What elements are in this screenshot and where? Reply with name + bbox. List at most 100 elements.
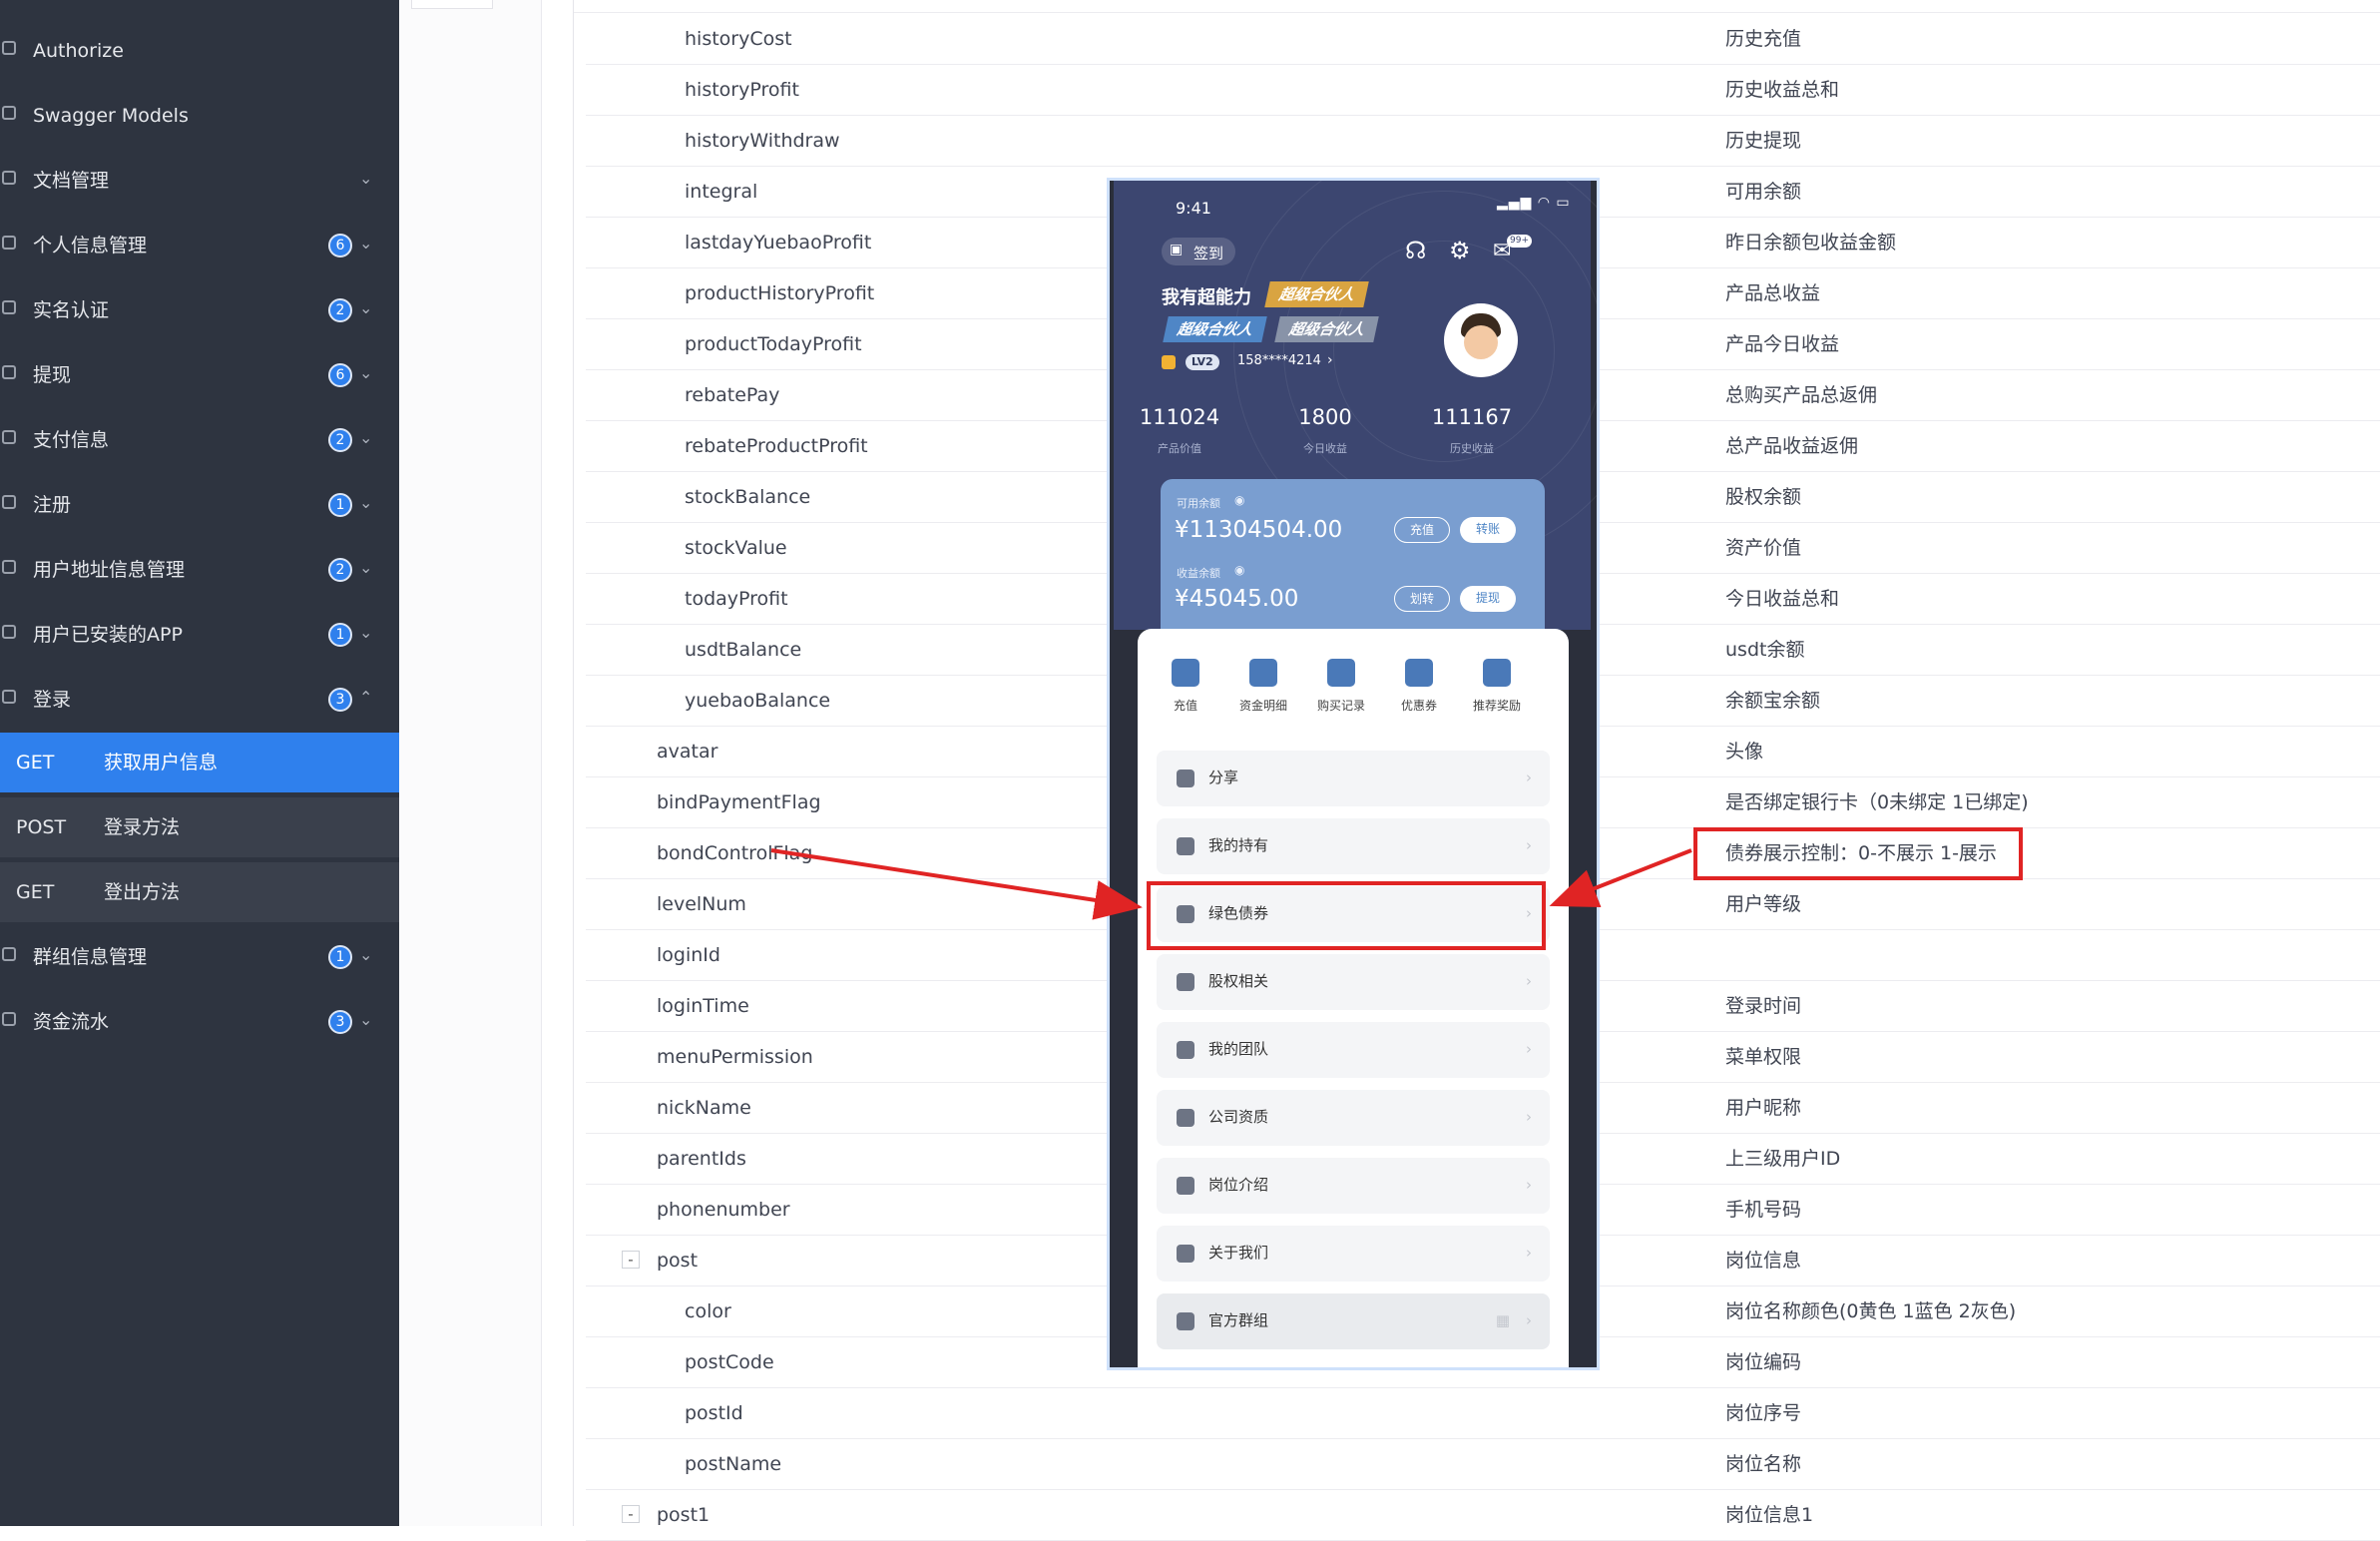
- balance-card: 可用余额 ◉ ¥11304504.00 充值 转账 收益余额 ◉ ¥45045.…: [1161, 479, 1545, 649]
- count-badge: 3: [328, 688, 352, 712]
- quick-coupon[interactable]: 优惠券: [1379, 659, 1459, 714]
- available-balance-value: ¥11304504.00: [1175, 517, 1343, 543]
- nav-fund-flow[interactable]: 资金流水 3 ⌄: [0, 990, 399, 1054]
- badge-icon: [1177, 1109, 1194, 1127]
- vip-icon: [1162, 355, 1176, 369]
- http-method: GET: [16, 752, 55, 773]
- table-row: historyProfit 历史收益总和: [586, 64, 2380, 116]
- nav-label: 注册: [33, 494, 72, 516]
- cloud-icon: [2, 495, 16, 509]
- nav-address-info[interactable]: 用户地址信息管理 2 ⌄: [0, 538, 399, 602]
- table-row: postId 岗位序号: [586, 1387, 2380, 1439]
- field-description: 昨日余额包收益金额: [1725, 232, 1897, 254]
- content-gutter: [399, 0, 542, 1526]
- headset-icon[interactable]: ☊: [1405, 237, 1426, 264]
- field-name: color: [685, 1300, 731, 1322]
- nav-login[interactable]: 登录 3 ⌃: [0, 668, 399, 732]
- nav-realname[interactable]: 实名认证 2 ⌄: [0, 278, 399, 342]
- field-description: 岗位序号: [1725, 1402, 1802, 1424]
- menu-label: 股权相关: [1208, 972, 1269, 990]
- menu-about-us[interactable]: 关于我们 ›: [1157, 1226, 1550, 1282]
- menu-company-credentials[interactable]: 公司资质 ›: [1157, 1090, 1550, 1146]
- sub-logout-method[interactable]: GET 登出方法: [0, 862, 399, 922]
- nav-label: 资金流水: [33, 1011, 110, 1033]
- count-badge: 3: [328, 1010, 352, 1034]
- chevron-down-icon: ⌄: [359, 623, 373, 642]
- nav-group-info[interactable]: 群组信息管理 1 ⌄: [0, 925, 399, 989]
- collapse-toggle[interactable]: -: [622, 1505, 640, 1523]
- sub-get-user-info[interactable]: GET 获取用户信息: [0, 733, 399, 792]
- nav-authorize[interactable]: Authorize: [0, 19, 399, 83]
- table-row: historyWithdraw 历史提现: [586, 115, 2380, 167]
- nav-label: Authorize: [33, 40, 124, 62]
- stat-value: 111024: [1139, 405, 1220, 429]
- nav-installed-apps[interactable]: 用户已安装的APP 1 ⌄: [0, 603, 399, 667]
- eye-icon[interactable]: ◉: [1234, 563, 1244, 577]
- quick-referral[interactable]: 推荐奖励: [1457, 659, 1537, 714]
- chevron-down-icon: ⌄: [359, 298, 373, 317]
- field-name: historyWithdraw: [685, 130, 840, 152]
- menu-equity[interactable]: 股权相关 ›: [1157, 954, 1550, 1010]
- quick-recharge[interactable]: 充值: [1146, 659, 1225, 714]
- clipboard-icon: [1327, 659, 1355, 687]
- chevron-down-icon: ⌄: [359, 558, 373, 577]
- field-name: productHistoryProfit: [685, 282, 875, 304]
- briefcase-icon: [1177, 1177, 1194, 1195]
- nav-payment-info[interactable]: 支付信息 2 ⌄: [0, 408, 399, 472]
- settings-icon[interactable]: ⚙: [1449, 237, 1471, 264]
- sub-login-method[interactable]: POST 登录方法: [0, 797, 399, 857]
- field-description: 历史收益总和: [1725, 79, 1840, 101]
- withdraw-button[interactable]: 提现: [1460, 586, 1516, 612]
- menu-my-team[interactable]: 我的团队 ›: [1157, 1022, 1550, 1078]
- count-badge: 1: [328, 945, 352, 969]
- cloud-icon: [2, 560, 16, 574]
- info-icon: [1177, 1245, 1194, 1263]
- avatar[interactable]: [1444, 303, 1518, 377]
- quick-label: 资金明细: [1238, 699, 1287, 713]
- stat-value: 1800: [1298, 405, 1352, 429]
- group-icon: [1177, 1312, 1194, 1330]
- chevron-right-icon: ›: [1526, 1311, 1532, 1329]
- nav-label: 支付信息: [33, 429, 110, 451]
- table-row: postName 岗位名称: [586, 1438, 2380, 1490]
- count-badge: 6: [328, 234, 352, 257]
- field-description: 今日收益总和: [1725, 588, 1840, 610]
- field-name: productTodayProfit: [685, 333, 862, 355]
- menu-position-intro[interactable]: 岗位介绍 ›: [1157, 1158, 1550, 1214]
- stat-label: 产品价值: [1158, 442, 1201, 455]
- cloud-icon: [2, 690, 16, 704]
- menu-official-group[interactable]: 官方群组 ▦ ›: [1157, 1293, 1550, 1349]
- menu-label: 分享: [1208, 769, 1239, 786]
- menu-label: 我的团队: [1208, 1040, 1269, 1058]
- field-description: 产品总收益: [1725, 282, 1821, 304]
- field-description: 菜单权限: [1725, 1046, 1802, 1068]
- wallet-icon: [1172, 659, 1199, 687]
- nav-withdraw[interactable]: 提现 6 ⌄: [0, 343, 399, 407]
- field-name: post1: [657, 1504, 711, 1526]
- chevron-right-icon: ›: [1526, 1244, 1532, 1262]
- eye-icon[interactable]: ◉: [1234, 493, 1244, 507]
- nav-swagger-models[interactable]: Swagger Models: [0, 84, 399, 148]
- field-description: 总产品收益返佣: [1725, 435, 1859, 457]
- field-description: 产品今日收益: [1725, 333, 1840, 355]
- income-balance-label: 收益余额: [1177, 567, 1220, 580]
- nav-doc-management[interactable]: 文档管理 ⌄: [0, 149, 399, 213]
- quick-fund-detail[interactable]: 资金明细: [1223, 659, 1303, 714]
- recharge-button[interactable]: 充值: [1394, 517, 1450, 543]
- chevron-down-icon: ⌄: [359, 1010, 373, 1029]
- chevron-right-icon: ›: [1526, 1176, 1532, 1194]
- move-button[interactable]: 划转: [1394, 586, 1450, 612]
- signin-button[interactable]: ▣ 签到: [1162, 238, 1235, 265]
- field-description: 总购买产品总返佣: [1725, 384, 1878, 406]
- nav-register[interactable]: 注册 1 ⌄: [0, 473, 399, 537]
- transfer-button[interactable]: 转账: [1460, 517, 1516, 543]
- tab-stub: [411, 0, 493, 9]
- menu-share[interactable]: 分享 ›: [1157, 751, 1550, 806]
- field-name: loginTime: [657, 995, 749, 1017]
- collapse-toggle[interactable]: -: [622, 1251, 640, 1269]
- menu-holdings[interactable]: 我的持有 ›: [1157, 818, 1550, 874]
- quick-purchase-record[interactable]: 购买记录: [1301, 659, 1381, 714]
- field-description: 历史提现: [1725, 130, 1802, 152]
- cloud-icon: [2, 300, 16, 314]
- nav-personal-info[interactable]: 个人信息管理 6 ⌄: [0, 214, 399, 277]
